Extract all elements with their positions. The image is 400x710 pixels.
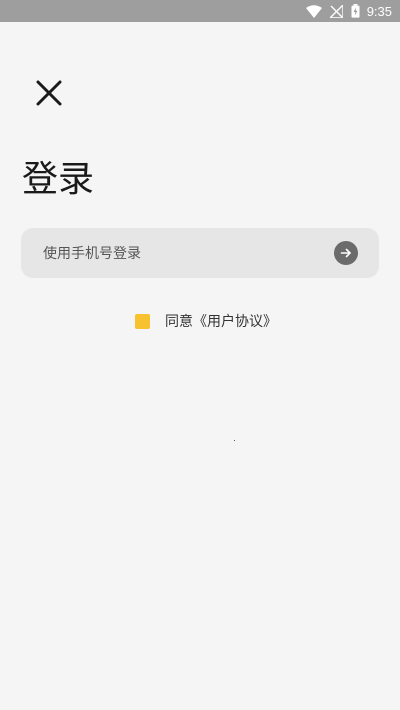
battery-charging-icon	[351, 4, 360, 18]
phone-login-label: 使用手机号登录	[43, 246, 141, 262]
wifi-icon	[305, 4, 322, 18]
close-button[interactable]	[32, 76, 66, 110]
agreement-row: 同意《用户协议》	[135, 311, 277, 331]
decorative-dot	[234, 440, 235, 441]
status-time: 9:35	[366, 3, 392, 19]
no-signal-icon	[329, 4, 343, 18]
close-icon	[36, 80, 62, 106]
agree-checkbox[interactable]	[135, 313, 150, 329]
phone-login-button[interactable]: 使用手机号登录	[21, 228, 379, 278]
user-agreement-link[interactable]: 同意《用户协议》	[165, 311, 277, 331]
page-title: 登录	[22, 159, 95, 200]
arrow-right-icon[interactable]	[334, 241, 358, 265]
status-bar: 9:35	[0, 0, 400, 22]
